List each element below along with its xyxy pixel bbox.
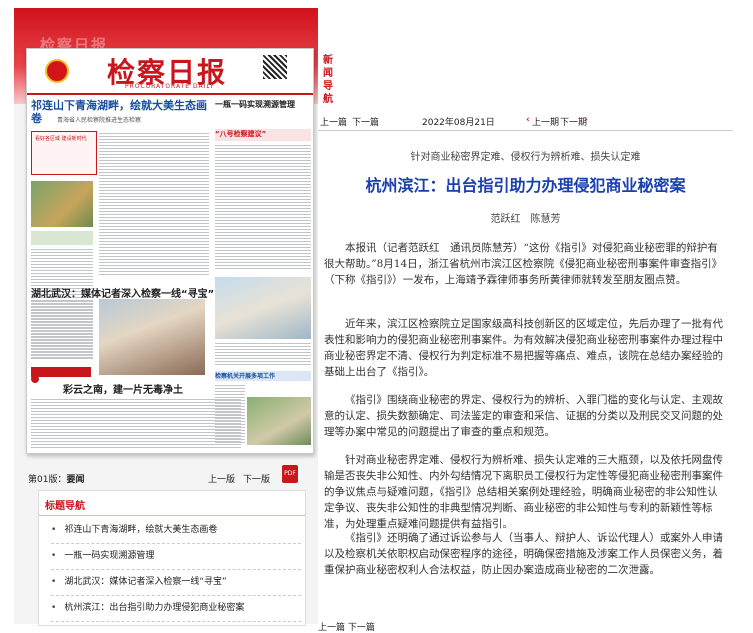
- thumb-photo-strip: [31, 231, 93, 245]
- article-kicker: 针对商业秘密界定难、侵权行为辨析难、损失认定难: [410, 152, 641, 163]
- thumb-photo-landscape: [31, 181, 93, 227]
- article-nav-bar: 上一篇 下一篇 2022年08月21日 ‹ 上一期 下一期 ›: [318, 110, 733, 131]
- article-panel: 上一篇 下一篇 2022年08月21日 ‹ 上一期 下一期 › 针对商业秘密界定…: [318, 8, 753, 633]
- section-nav-label[interactable]: 新闻导航: [322, 54, 334, 106]
- thumb-text-block: [31, 301, 93, 361]
- article-paragraph: 《指引》还明确了通过诉讼参与人（当事人、辩护人、诉讼代理人）或案外人申请以及检察…: [324, 532, 723, 576]
- qr-code-icon: [263, 55, 287, 79]
- thumb-text-block: [215, 145, 311, 271]
- thumb-text-block: [215, 343, 311, 367]
- article-paragraph: 针对商业秘密界定难、侵权行为辨析难、损失认定难的三大瓶颈，以及依托网盘传输是否丧…: [324, 454, 723, 530]
- next-article-link[interactable]: 下一篇: [352, 115, 379, 128]
- newspaper-page-thumbnail[interactable]: 检察日报 PROCURATORATE DAILY 祁连山下青海湖畔，绘就大美生态…: [26, 48, 314, 454]
- bottom-nav-bar: 上一篇 下一篇: [318, 620, 733, 633]
- thumb-text-block: [215, 385, 245, 445]
- prev-issue-arrow-icon[interactable]: ‹: [526, 115, 530, 125]
- next-issue-arrow-icon[interactable]: ›: [584, 115, 588, 125]
- nav-item[interactable]: 杭州滨江：出台指引助力办理侵犯商业秘密案: [51, 597, 301, 622]
- bottom-next-article-link[interactable]: 下一篇: [348, 623, 375, 633]
- article-authors: 范跃红 陈慧芳: [490, 214, 561, 225]
- thumb-headline-2[interactable]: 湖北武汉：媒体记者深入检察一线“寻宝”: [31, 285, 214, 300]
- prev-issue-link[interactable]: 上一期: [532, 115, 559, 128]
- thumb-red-tag: “八号检察建议”: [215, 129, 311, 141]
- thumb-text-block: [99, 133, 209, 277]
- edition-label: 第01版：要闻: [28, 472, 84, 485]
- thumb-subhead-1: 青海省人民检察院推进生态检察: [57, 117, 142, 124]
- thumb-blue-tag: 检察机关开展多项工作: [215, 371, 311, 381]
- thumb-photo-field: [247, 397, 311, 445]
- party-emblem-icon: [31, 375, 39, 383]
- nav-item[interactable]: 湖北武汉：媒体记者深入检察一线“寻宝”: [51, 571, 301, 596]
- thumb-photo-reporters: [99, 299, 205, 375]
- edition-prefix: 第01版：: [28, 475, 67, 485]
- article-paragraph: 《指引》围绕商业秘密的界定、侵权行为的辨析、入罪门槛的变化与认定、主观故意的认定…: [324, 394, 723, 438]
- next-page-link[interactable]: 下一版: [243, 472, 270, 485]
- thumb-red-box: 看好各区域 建设新时代: [31, 131, 97, 175]
- thumb-red-box-text: 看好各区域 建设新时代: [35, 136, 87, 142]
- thumb-red-bar: [31, 367, 91, 377]
- next-issue-link[interactable]: 下一期: [560, 115, 587, 128]
- thumb-right-title[interactable]: 一瓶一码实现溯源管理: [215, 99, 311, 110]
- masthead: 检察日报 PROCURATORATE DAILY: [27, 49, 313, 95]
- thumb-headline-3[interactable]: 彩云之南，建一片无毒净土: [63, 381, 183, 396]
- nav-divider: [39, 515, 305, 516]
- issue-date: 2022年08月21日: [422, 118, 495, 128]
- masthead-english: PROCURATORATE DAILY: [125, 83, 215, 90]
- procuratorate-emblem-icon: [45, 59, 69, 83]
- prev-article-link[interactable]: 上一篇: [320, 115, 347, 128]
- edition-name: 要闻: [66, 475, 85, 485]
- thumb-text-block: [31, 399, 241, 449]
- pdf-download-icon[interactable]: PDF: [282, 465, 298, 483]
- nav-item[interactable]: 祁连山下青海湖畔，绘就大美生态画卷: [51, 519, 301, 544]
- article-paragraph: 本报讯（记者范跃红 通讯员陈慧芳）“这份《指引》对侵犯商业秘密罪的辩护有很大帮助…: [324, 242, 723, 286]
- bottom-prev-article-link[interactable]: 上一篇: [318, 623, 345, 633]
- article-paragraph: 近年来，滨江区检察院立足国家级高科技创新区的区域定位，先后办理了一批有代表性和影…: [324, 318, 723, 378]
- prev-page-link[interactable]: 上一版: [208, 472, 235, 485]
- thumb-photo-office: [215, 277, 311, 339]
- nav-panel-title: 标题导航: [45, 501, 85, 512]
- nav-item[interactable]: 一瓶一码实现溯源管理: [51, 545, 301, 570]
- article-title: 杭州滨江：出台指引助力办理侵犯商业秘密案: [365, 176, 686, 195]
- headline-nav-panel: 标题导航 祁连山下青海湖畔，绘就大美生态画卷 一瓶一码实现溯源管理 湖北武汉：媒…: [38, 490, 306, 626]
